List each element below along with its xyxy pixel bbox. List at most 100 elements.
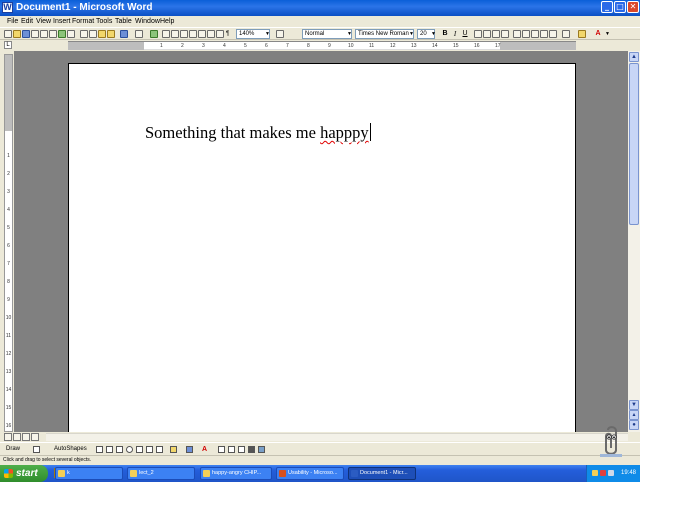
select-browse-object-icon[interactable]: ● [629,420,639,430]
horizontal-scrollbar[interactable] [46,433,628,441]
menu-window[interactable]: Window [135,16,160,27]
horizontal-ruler[interactable]: 1 2 3 4 5 6 7 8 9 10 11 12 13 14 15 16 1… [68,41,576,50]
columns-icon[interactable] [189,30,197,38]
misspelled-word[interactable]: happpy [320,123,369,142]
copy-icon[interactable] [89,30,97,38]
underline-button[interactable]: U [461,29,469,39]
spelling-icon[interactable] [58,30,66,38]
maximize-button[interactable]: □ [614,1,626,13]
format-painter-icon[interactable] [107,30,115,38]
normal-view-icon[interactable] [4,433,12,441]
tables-borders-icon[interactable] [162,30,170,38]
document-page[interactable]: Something that makes me happpy [68,63,576,435]
taskbar-button-usability[interactable]: Usability - Microso... [276,467,344,480]
help-icon[interactable] [276,30,284,38]
chevron-down-icon[interactable]: ▼ [605,29,610,39]
title-bar[interactable]: W Document1 - Microsoft Word _ □ ✕ [0,0,640,16]
reading-layout-icon[interactable] [31,433,39,441]
border-icon[interactable] [562,30,570,38]
taskbar-button-happy-angry[interactable]: happy-angry CHIP... [200,467,272,480]
tray-icon[interactable] [592,470,598,476]
drawing-icon[interactable] [198,30,206,38]
select-objects-icon[interactable] [33,446,40,453]
save-icon[interactable] [22,30,30,38]
undo-icon[interactable] [120,30,128,38]
align-center-icon[interactable] [483,30,491,38]
paste-icon[interactable] [98,30,106,38]
italic-button[interactable]: I [451,29,459,39]
shadow-style-icon[interactable] [248,446,255,453]
menu-format[interactable]: Format [72,16,94,27]
minimize-button[interactable]: _ [601,1,613,13]
highlight-icon[interactable] [578,30,586,38]
line-spacing-icon[interactable] [513,30,521,38]
menu-edit[interactable]: Edit [21,16,33,27]
menu-help[interactable]: Help [160,16,174,27]
show-hide-icon[interactable]: ¶ [226,28,229,40]
text-box-icon[interactable] [136,446,143,453]
menu-file[interactable]: File [7,16,18,27]
menu-tools[interactable]: Tools [96,16,112,27]
open-folder-icon[interactable] [13,30,21,38]
bullets-icon[interactable] [531,30,539,38]
insert-hyperlink-icon[interactable] [150,30,158,38]
menu-table[interactable]: Table [115,16,132,27]
start-button[interactable]: start [0,465,48,482]
rectangle-icon[interactable] [116,446,123,453]
taskbar-button-word[interactable]: Document1 - Micr... [348,467,416,480]
vertical-ruler[interactable]: 1 2 3 4 5 6 7 8 9 10 11 12 13 14 15 16 [4,54,13,432]
bold-button[interactable]: B [441,29,449,39]
arrow-style-icon[interactable] [238,446,245,453]
line-color-icon[interactable] [186,446,193,453]
style-dropdown[interactable]: Normal [302,29,352,39]
wordart-icon[interactable] [146,446,153,453]
scrollbar-thumb[interactable] [629,63,639,225]
volume-icon[interactable] [608,470,614,476]
taskbar-button-lect[interactable]: lect_2 [127,467,195,480]
print-icon[interactable] [40,30,48,38]
insert-excel-icon[interactable] [180,30,188,38]
menu-view[interactable]: View [36,16,51,27]
redo-icon[interactable] [135,30,143,38]
increase-indent-icon[interactable] [549,30,557,38]
align-left-icon[interactable] [474,30,482,38]
scroll-up-arrow-icon[interactable]: ▲ [629,52,639,62]
security-alert-icon[interactable] [600,470,606,476]
research-icon[interactable] [67,30,75,38]
document-text[interactable]: Something that makes me happpy [145,122,371,144]
document-map-icon[interactable] [207,30,215,38]
line-icon[interactable] [96,446,103,453]
permission-icon[interactable] [31,30,39,38]
close-button[interactable]: ✕ [627,1,639,13]
chevron-down-icon[interactable]: ▼ [431,29,436,39]
dash-style-icon[interactable] [228,446,235,453]
fill-color-icon[interactable] [170,446,177,453]
word-app-icon[interactable]: W [2,2,13,13]
menu-insert[interactable]: Insert [53,16,71,27]
tab-selector[interactable]: L [4,41,12,49]
new-document-icon[interactable] [4,30,12,38]
chevron-down-icon[interactable]: ▼ [409,29,414,39]
3d-style-icon[interactable] [258,446,265,453]
print-preview-icon[interactable] [49,30,57,38]
insert-clipart-icon[interactable] [156,446,163,453]
decrease-indent-icon[interactable] [540,30,548,38]
vertical-scrollbar[interactable]: ▲ ▼ ▴ ● [628,51,640,432]
align-right-icon[interactable] [492,30,500,38]
insert-table-icon[interactable] [171,30,179,38]
taskbar-button-folder[interactable]: k [55,467,123,480]
office-assistant-paperclip[interactable] [596,424,626,458]
chevron-down-icon[interactable]: ▼ [347,29,352,39]
reading-icon[interactable] [216,30,224,38]
numbering-icon[interactable] [522,30,530,38]
arrow-icon[interactable] [106,446,113,453]
line-style-icon[interactable] [218,446,225,453]
font-dropdown[interactable]: Times New Roman [355,29,414,39]
cut-icon[interactable] [80,30,88,38]
print-layout-icon[interactable] [22,433,30,441]
oval-icon[interactable] [126,446,133,453]
justify-icon[interactable] [501,30,509,38]
chevron-down-icon[interactable]: ▼ [265,29,270,39]
web-layout-icon[interactable] [13,433,21,441]
scroll-down-arrow-icon[interactable]: ▼ [629,400,639,410]
